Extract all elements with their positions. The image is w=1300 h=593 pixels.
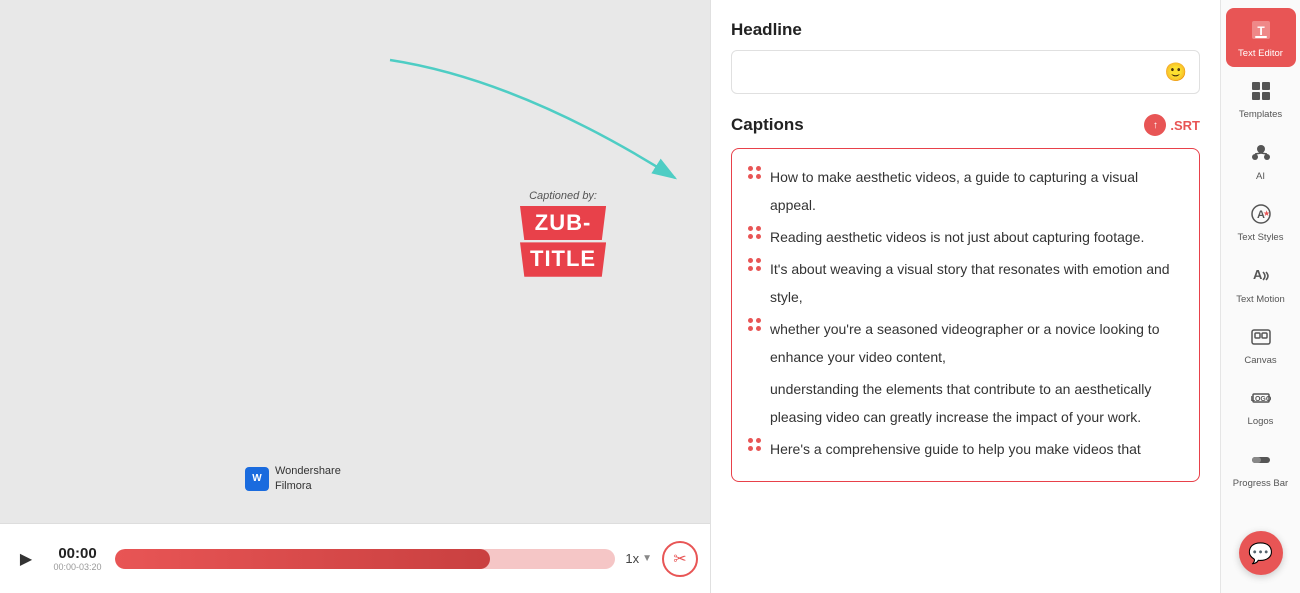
sidebar-item-templates[interactable]: Templates [1226,69,1296,128]
speed-value: 1x [625,551,639,566]
time-current: 00:00 [58,545,96,562]
dots-grid-icon [748,166,762,180]
headline-input[interactable]: 🙂 [731,50,1200,94]
sidebar-item-text-motion[interactable]: A Text Motion [1226,254,1296,313]
sidebar-item-label: Progress Bar [1233,478,1288,489]
editor-content: Headline 🙂 Captions ↑ .SRT How to make a… [711,0,1220,593]
caption-line: understanding the elements that contribu… [748,375,1183,431]
logos-icon: LOGO [1247,384,1275,412]
time-total: 00:00-03:20 [53,562,101,572]
caption-line: whether you're a seasoned videographer o… [748,315,1183,371]
caption-line: How to make aesthetic videos, a guide to… [748,163,1183,219]
watermark: W WondershareFilmora [245,464,341,493]
sidebar-item-progress-bar[interactable]: Progress Bar [1226,438,1296,497]
canvas-icon [1247,323,1275,351]
svg-text:LOGO: LOGO [1250,396,1271,403]
dots-grid-icon [748,226,762,240]
captions-header: Captions ↑ .SRT [731,114,1200,136]
watermark-text: WondershareFilmora [275,464,341,493]
subtitle-overlay: Captioned by: ZUB- TITLE [520,190,606,277]
sidebar-item-label: Text Motion [1236,294,1285,305]
sidebar-item-label: Text Styles [1238,232,1284,243]
canvas-area: Captioned by: ZUB- TITLE W WondershareFi… [0,0,710,593]
srt-upload-icon: ↑ [1144,114,1166,136]
sidebar-item-label: Text Editor [1238,48,1283,59]
headline-section-title: Headline [731,20,1200,40]
right-panel: Headline 🙂 Captions ↑ .SRT How to make a… [710,0,1220,593]
sidebar-item-text-styles[interactable]: A ★ Text Styles [1226,192,1296,251]
speed-selector[interactable]: 1x ▼ [625,551,652,566]
text-editor-icon: T [1247,16,1275,44]
captioned-by-label: Captioned by: [520,190,606,202]
captions-section-title: Captions [731,115,804,135]
dots-grid-icon [748,318,762,332]
emoji-icon[interactable]: 🙂 [1165,62,1187,83]
ai-icon [1247,139,1275,167]
speed-arrow-icon: ▼ [642,553,652,564]
srt-label: .SRT [1170,118,1200,133]
time-display: 00:00 00:00-03:20 [50,545,105,572]
sidebar-item-label: Templates [1239,109,1282,120]
caption-line: Here's a comprehensive guide to help you… [748,435,1183,463]
progress-bar-icon [1247,446,1275,474]
captions-box[interactable]: How to make aesthetic videos, a guide to… [731,148,1200,482]
sidebar-item-label: Logos [1248,416,1274,427]
caption-line: It's about weaving a visual story that r… [748,255,1183,311]
subtitle-badge-line2: TITLE [520,242,606,276]
svg-text:T: T [1257,24,1265,38]
sidebar-item-label: AI [1256,171,1265,182]
sidebar-item-canvas[interactable]: Canvas [1226,315,1296,374]
svg-text:A: A [1253,267,1263,282]
play-button[interactable]: ▶ [12,545,40,573]
dots-grid-icon [748,258,762,272]
arrow-pointer [0,0,710,593]
text-motion-icon: A [1247,262,1275,290]
scissors-button[interactable]: ✂ [662,541,698,577]
sidebar-item-label: Canvas [1244,355,1276,366]
subtitle-badge-line1: ZUB- [520,206,606,240]
sidebar-item-logos[interactable]: LOGO Logos [1226,376,1296,435]
sidebar-item-text-editor[interactable]: T Text Editor [1226,8,1296,67]
sidebar-item-ai[interactable]: AI [1226,131,1296,190]
progress-track[interactable] [115,549,615,569]
dots-grid-icon [748,438,762,452]
sidebar: T Text Editor Templates [1220,0,1300,593]
chat-fab-button[interactable]: 💬 [1239,531,1283,575]
timeline-bar: ▶ 00:00 00:00-03:20 1x ▼ ✂ [0,523,710,593]
svg-text:★: ★ [1263,209,1270,218]
caption-line: Reading aesthetic videos is not just abo… [748,223,1183,251]
text-styles-icon: A ★ [1247,200,1275,228]
progress-fill [115,549,490,569]
templates-icon [1247,77,1275,105]
srt-button[interactable]: ↑ .SRT [1144,114,1200,136]
watermark-icon: W [245,467,269,491]
